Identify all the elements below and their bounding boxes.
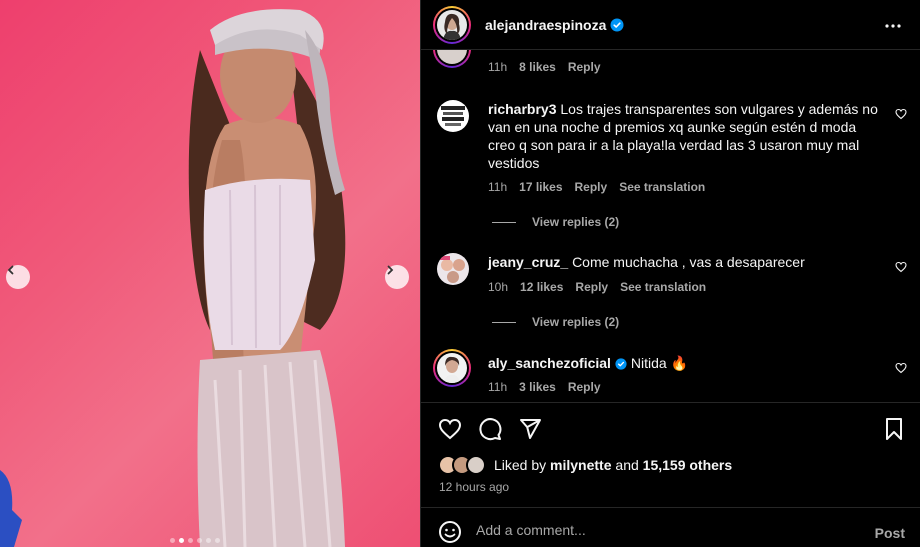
reply-button[interactable]: Reply bbox=[568, 60, 601, 74]
avatar-image bbox=[437, 10, 467, 40]
view-replies-button[interactable]: View replies (2) bbox=[492, 215, 619, 229]
comment-username[interactable]: aly_sanchezoficial bbox=[488, 355, 611, 371]
comment-text: Come muchacha , vas a desaparecer bbox=[572, 254, 805, 270]
likes-summary[interactable]: Liked by milynette and 15,159 others bbox=[438, 455, 732, 475]
comment-avatar[interactable] bbox=[433, 349, 471, 387]
comment-item: aly_sanchezoficial Nitida 🔥 11h 3 likes … bbox=[421, 348, 920, 398]
chevron-right-icon bbox=[387, 265, 394, 275]
see-translation-button[interactable]: See translation bbox=[620, 280, 706, 294]
comment-body: aly_sanchezoficial Nitida 🔥 bbox=[488, 354, 878, 372]
more-options-icon[interactable] bbox=[883, 16, 903, 36]
post-header: alejandraespinoza bbox=[421, 0, 920, 50]
author-avatar[interactable] bbox=[433, 6, 471, 44]
comment-icon[interactable] bbox=[478, 417, 502, 441]
post-comment-button[interactable]: Post bbox=[875, 525, 905, 541]
carousel-dot bbox=[215, 538, 220, 543]
likes-conjunction: and bbox=[611, 457, 643, 473]
add-comment-input[interactable] bbox=[476, 518, 856, 542]
reply-button[interactable]: Reply bbox=[575, 280, 608, 294]
add-comment-bar: Post bbox=[421, 507, 920, 547]
carousel-dots bbox=[170, 538, 220, 543]
comment-username[interactable]: jeany_cruz_ bbox=[488, 254, 568, 270]
comment-time: 11h bbox=[488, 60, 508, 74]
next-photo-button[interactable] bbox=[385, 265, 409, 289]
bookmark-icon[interactable] bbox=[882, 417, 906, 441]
comment-meta: 11h 8 likes Reply bbox=[488, 60, 613, 74]
comment-time: 11h bbox=[488, 180, 508, 194]
comment-likes[interactable]: 3 likes bbox=[519, 380, 556, 394]
comment-time: 10h bbox=[488, 280, 509, 294]
emoji-icon[interactable] bbox=[438, 520, 462, 544]
verified-badge-icon bbox=[610, 18, 624, 32]
comment-meta: 10h 12 likes Reply See translation bbox=[488, 280, 718, 294]
fire-emoji-icon: 🔥 bbox=[670, 355, 688, 371]
post-details-panel: alejandraespinoza 11h 8 likes Reply rich… bbox=[420, 0, 920, 547]
comment-meta: 11h 3 likes Reply bbox=[488, 380, 613, 394]
comment-item: jeany_cruz_ Come muchacha , vas a desapa… bbox=[421, 253, 920, 338]
comment-item: richarbry3 Los trajes transparentes son … bbox=[421, 100, 920, 240]
comment-avatar[interactable] bbox=[437, 253, 469, 285]
chevron-left-icon bbox=[7, 265, 14, 275]
post-timestamp[interactable]: 12 hours ago bbox=[439, 480, 509, 494]
comment-text: Nitida bbox=[630, 355, 667, 371]
liker-username[interactable]: milynette bbox=[550, 457, 611, 473]
comment-item: 11h 8 likes Reply bbox=[421, 50, 920, 84]
likes-prefix: Liked by bbox=[494, 457, 551, 473]
likes-text[interactable]: Liked by milynette and 15,159 others bbox=[494, 457, 732, 473]
liker-avatar bbox=[466, 455, 486, 475]
comment-likes[interactable]: 8 likes bbox=[519, 60, 556, 74]
comment-likes[interactable]: 12 likes bbox=[520, 280, 563, 294]
see-translation-button[interactable]: See translation bbox=[619, 180, 705, 194]
carousel-dot-active bbox=[179, 538, 184, 543]
view-replies-button[interactable]: View replies (2) bbox=[492, 315, 619, 329]
avatar-image bbox=[437, 253, 469, 285]
carousel-dot bbox=[170, 538, 175, 543]
carousel-dot bbox=[197, 538, 202, 543]
view-replies-label: View replies (2) bbox=[532, 215, 620, 229]
comment-meta: 11h 17 likes Reply See translation bbox=[488, 180, 717, 194]
comment-avatar[interactable] bbox=[437, 100, 469, 132]
comment-avatar[interactable] bbox=[433, 50, 471, 68]
comment-body: jeany_cruz_ Come muchacha , vas a desapa… bbox=[488, 253, 878, 271]
comment-time: 11h bbox=[488, 380, 508, 394]
author-username[interactable]: alejandraespinoza bbox=[485, 17, 624, 33]
post-photo[interactable] bbox=[0, 0, 420, 547]
view-replies-label: View replies (2) bbox=[532, 315, 620, 329]
carousel-dot bbox=[188, 538, 193, 543]
post-actions-bar bbox=[421, 402, 920, 452]
photo-illustration bbox=[0, 9, 346, 547]
comment-body: richarbry3 Los trajes transparentes son … bbox=[488, 100, 878, 172]
send-icon[interactable] bbox=[518, 417, 542, 441]
avatar-image bbox=[437, 100, 469, 132]
avatar-image bbox=[437, 353, 467, 383]
reply-button[interactable]: Reply bbox=[568, 380, 601, 394]
author-username-text[interactable]: alejandraespinoza bbox=[485, 17, 606, 33]
comments-list[interactable]: 11h 8 likes Reply richarbry3 Los trajes … bbox=[421, 50, 920, 402]
verified-badge-icon bbox=[615, 358, 627, 370]
carousel-dot bbox=[206, 538, 211, 543]
comment-like-heart-icon[interactable] bbox=[895, 261, 907, 273]
reply-button[interactable]: Reply bbox=[575, 180, 608, 194]
comment-likes[interactable]: 17 likes bbox=[519, 180, 562, 194]
comment-like-heart-icon[interactable] bbox=[895, 108, 907, 120]
comment-like-heart-icon[interactable] bbox=[895, 362, 907, 374]
comment-username[interactable]: richarbry3 bbox=[488, 101, 556, 117]
likes-count[interactable]: 15,159 others bbox=[643, 457, 733, 473]
previous-photo-button[interactable] bbox=[6, 265, 30, 289]
heart-icon[interactable] bbox=[438, 417, 462, 441]
